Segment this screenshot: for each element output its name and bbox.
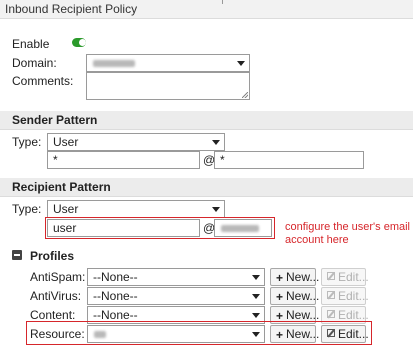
new-button-label: New... [286,308,320,322]
enable-label: Enable [12,37,50,51]
antivirus-select[interactable]: --None-- [87,287,265,305]
redacted-domain [93,60,135,67]
titlebar-mark [222,0,223,4]
sender-local-value: * [53,153,58,167]
recipient-highlight-box [45,217,275,239]
annotation-line-2: account here [285,234,349,246]
chevron-down-icon [252,313,260,318]
antivirus-value: --None-- [93,289,138,303]
comments-textarea[interactable] [86,72,250,100]
sender-domain-value: * [220,153,225,167]
recipient-type-value: User [53,202,79,216]
recipient-type-label: Type: [12,202,42,216]
antispam-value: --None-- [93,270,138,284]
edit-button-label: Edit... [338,308,369,322]
resize-grip-icon[interactable] [242,92,248,98]
enable-toggle-knob [79,39,86,46]
antispam-label: AntiSpam: [30,270,86,284]
content-label: Content: [30,308,76,322]
plus-icon: + [276,290,284,304]
comments-label: Comments: [12,74,74,88]
chevron-down-icon [212,207,220,212]
domain-select[interactable] [86,54,250,72]
recipient-type-select[interactable]: User [47,200,225,218]
sender-type-select[interactable]: User [47,133,225,151]
chevron-down-icon [252,294,260,299]
antispam-new-button[interactable]: + New... [270,268,320,286]
content-value: --None-- [93,308,138,322]
antispam-edit-button[interactable]: Edit... [321,268,369,286]
antivirus-label: AntiVirus: [30,289,82,303]
domain-label: Domain: [12,56,57,70]
chevron-down-icon [237,61,245,66]
edit-button-label: Edit... [338,270,369,284]
window-title: Inbound Recipient Policy [5,2,138,16]
sender-type-value: User [53,135,79,149]
edit-button-label: Edit... [338,289,369,303]
profiles-section-title: Profiles [30,249,75,263]
sender-local-input[interactable]: * [47,151,200,169]
sender-section-title: Sender Pattern [12,113,98,127]
antispam-select[interactable]: --None-- [87,268,265,286]
resource-highlight-box [26,321,372,345]
chevron-down-icon [212,140,220,145]
annotation-line-1: configure the user's email [285,221,410,233]
antivirus-new-button[interactable]: + New... [270,287,320,305]
recipient-section-title: Recipient Pattern [12,180,111,194]
chevron-down-icon [252,275,260,280]
sender-type-label: Type: [12,135,42,149]
antivirus-edit-button[interactable]: Edit... [321,287,369,305]
new-button-label: New... [286,270,320,284]
plus-icon: + [276,271,284,285]
sender-domain-input[interactable]: * [214,151,364,169]
collapse-icon-bar [14,254,20,256]
new-button-label: New... [286,289,320,303]
